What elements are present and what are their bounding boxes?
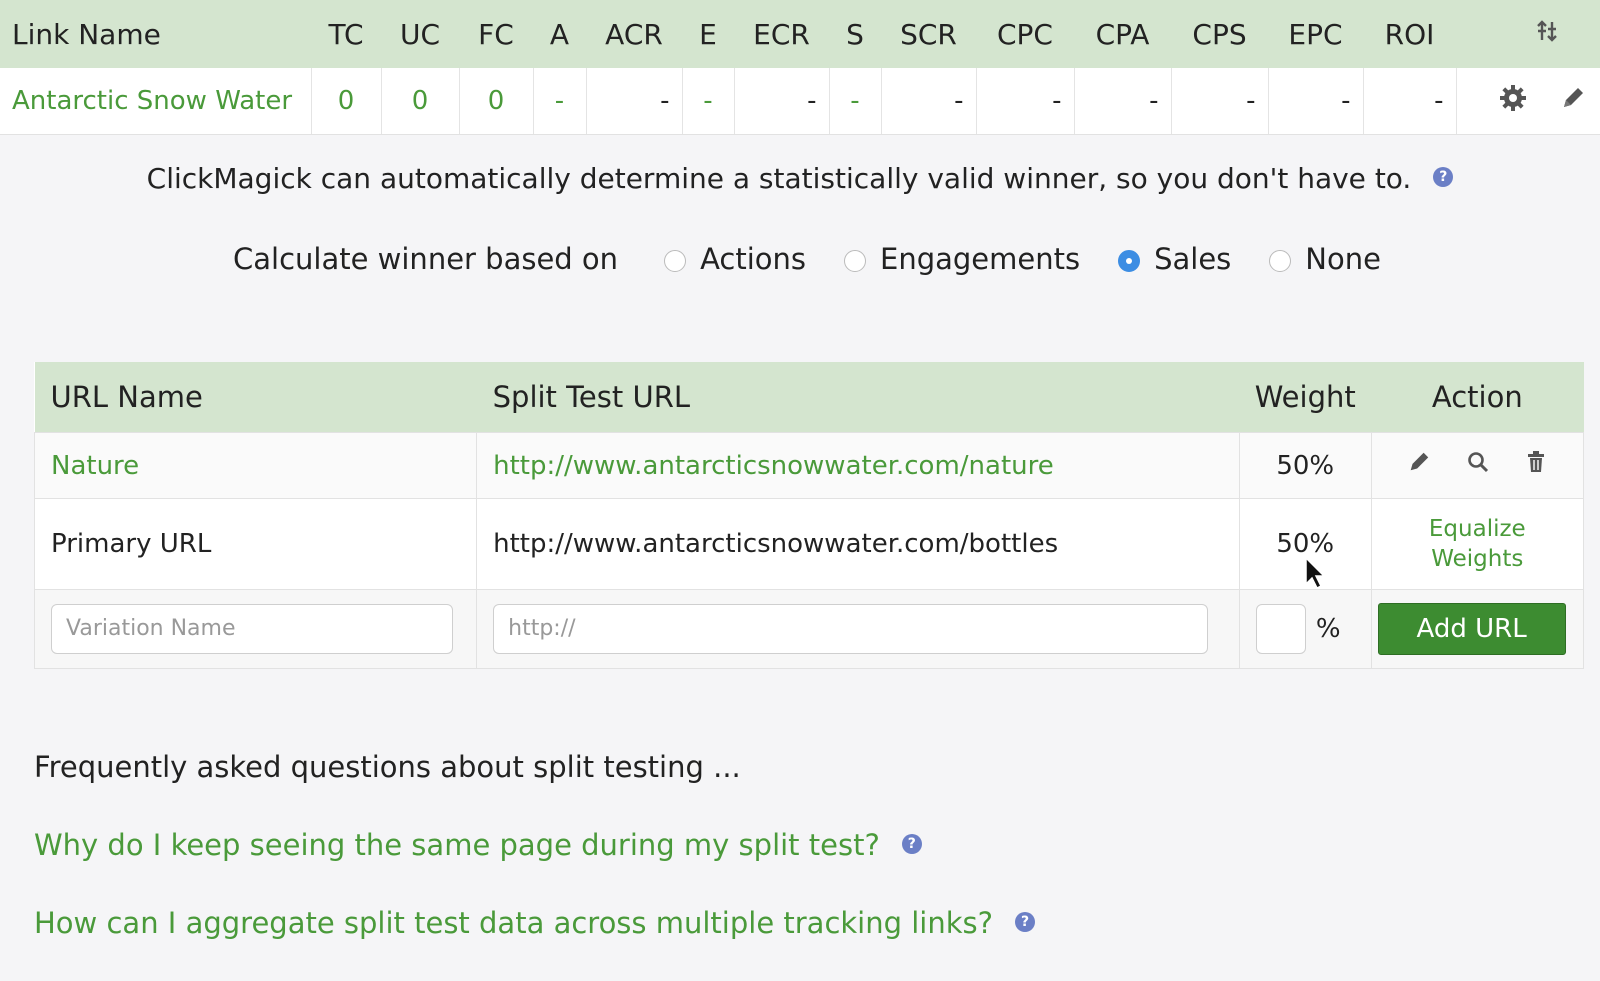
radio-none[interactable]: None [1269, 242, 1381, 276]
primary-url-value: http://www.antarcticsnowwater.com/bottle… [476, 498, 1240, 590]
primary-url-name: Primary URL [33, 498, 478, 590]
stats-row: Antarctic Snow Water 0 0 0 - - - - - - -… [0, 68, 1600, 135]
faq-link[interactable]: Why do I keep seeing the same page durin… [34, 828, 880, 862]
uc-value: 0 [381, 68, 460, 135]
col-weight: Weight [1239, 362, 1372, 433]
variation-name-cell: Variation Name [33, 589, 478, 669]
weight-value: 50% [1238, 432, 1372, 499]
col-cpa[interactable]: CPA [1074, 0, 1171, 68]
col-scr[interactable]: SCR [881, 0, 976, 68]
scr-value: - [881, 68, 977, 135]
col-ecr[interactable]: ECR [734, 0, 829, 68]
col-epc[interactable]: EPC [1268, 0, 1363, 68]
col-link-name[interactable]: Link Name [0, 0, 311, 68]
sort-columns-icon[interactable] [1534, 18, 1560, 51]
col-tc[interactable]: TC [311, 0, 381, 68]
roi-value: - [1363, 68, 1457, 135]
radio-label: None [1305, 242, 1381, 276]
faq-heading: Frequently asked questions about split t… [34, 750, 741, 784]
radio-label: Actions [700, 242, 806, 276]
mouse-pointer-icon [1304, 556, 1326, 594]
add-url-cell: Add URL [1370, 589, 1585, 669]
column-settings-cell [1456, 0, 1600, 68]
col-uc[interactable]: UC [381, 0, 459, 68]
row-action-icons [1370, 432, 1585, 499]
edit-pencil-icon[interactable] [1407, 450, 1431, 481]
a-value: - [533, 68, 587, 135]
add-url-button[interactable]: Add URL [1377, 603, 1566, 655]
percent-sign: % [1315, 614, 1341, 644]
acr-value: - [586, 68, 683, 135]
link-stats-table: Link Name TC UC FC A ACR E ECR S SCR CPC… [0, 0, 1600, 135]
split-test-table: URL Name Split Test URL Weight Action Na… [33, 362, 1585, 669]
col-url-name: URL Name [34, 362, 477, 433]
col-cps[interactable]: CPS [1171, 0, 1268, 68]
link-name-link[interactable]: Antarctic Snow Water [0, 68, 312, 135]
col-s[interactable]: S [829, 0, 881, 68]
fc-value: 0 [459, 68, 534, 135]
epc-value: - [1268, 68, 1364, 135]
winner-label: Calculate winner based on [233, 242, 619, 276]
radio-label: Engagements [880, 242, 1081, 276]
radio-engagements[interactable]: Engagements [844, 242, 1080, 276]
faq-item: How can I aggregate split test data acro… [34, 906, 1036, 940]
col-action: Action [1371, 362, 1584, 433]
cps-value: - [1171, 68, 1269, 135]
notice-text: ClickMagick can automatically determine … [146, 162, 1412, 195]
col-cpc[interactable]: CPC [976, 0, 1074, 68]
trash-icon[interactable] [1525, 450, 1547, 481]
radio-label: Sales [1154, 242, 1232, 276]
radio-button[interactable] [664, 250, 687, 272]
auto-winner-notice: ClickMagick can automatically determine … [0, 162, 1600, 195]
variation-name-input[interactable]: Variation Name [51, 604, 453, 654]
table-row: Primary URL http://www.antarcticsnowwate… [33, 498, 1585, 590]
weight-input[interactable] [1255, 604, 1306, 654]
col-roi[interactable]: ROI [1363, 0, 1456, 68]
s-value: - [829, 68, 882, 135]
help-icon[interactable]: ? [1015, 912, 1036, 932]
radio-button[interactable] [844, 250, 866, 272]
help-icon[interactable]: ? [1433, 167, 1454, 187]
cpa-value: - [1074, 68, 1172, 135]
variation-url-cell: http:// [476, 589, 1240, 669]
e-value: - [682, 68, 735, 135]
help-icon[interactable]: ? [901, 834, 922, 854]
variation-url-input[interactable]: http:// [493, 604, 1209, 654]
equalize-line2: Weights [1431, 546, 1524, 572]
row-actions [1456, 68, 1600, 135]
col-split-url: Split Test URL [476, 362, 1240, 433]
table-row: Nature http://www.antarcticsnowwater.com… [33, 432, 1585, 499]
col-acr[interactable]: ACR [586, 0, 682, 68]
equalize-weights-link[interactable]: Equalize Weights [1370, 498, 1585, 590]
gear-icon[interactable] [1498, 83, 1528, 120]
weight-input-cell: % [1238, 589, 1372, 669]
search-icon[interactable] [1466, 450, 1490, 481]
col-e[interactable]: E [682, 0, 734, 68]
cpc-value: - [976, 68, 1075, 135]
ecr-value: - [734, 68, 830, 135]
tc-value: 0 [311, 68, 382, 135]
radio-sales[interactable]: Sales [1118, 242, 1231, 276]
radio-button[interactable] [1269, 250, 1292, 272]
col-fc[interactable]: FC [459, 0, 533, 68]
pencil-icon[interactable] [1560, 85, 1586, 118]
new-variation-row: Variation Name http:// % Add URL [33, 589, 1585, 669]
split-header-row: URL Name Split Test URL Weight Action [34, 362, 1584, 433]
radio-button-selected[interactable] [1118, 250, 1141, 272]
radio-actions[interactable]: Actions [664, 242, 806, 276]
variation-url-link[interactable]: http://www.antarcticsnowwater.com/nature [476, 432, 1240, 499]
equalize-line1: Equalize [1428, 516, 1526, 542]
stats-header-row: Link Name TC UC FC A ACR E ECR S SCR CPC… [0, 0, 1600, 68]
col-a[interactable]: A [533, 0, 586, 68]
winner-criteria: Calculate winner based on Actions Engage… [233, 242, 1419, 276]
faq-item: Why do I keep seeing the same page durin… [34, 828, 922, 862]
faq-link[interactable]: How can I aggregate split test data acro… [34, 906, 993, 940]
variation-name-link[interactable]: Nature [33, 432, 478, 499]
